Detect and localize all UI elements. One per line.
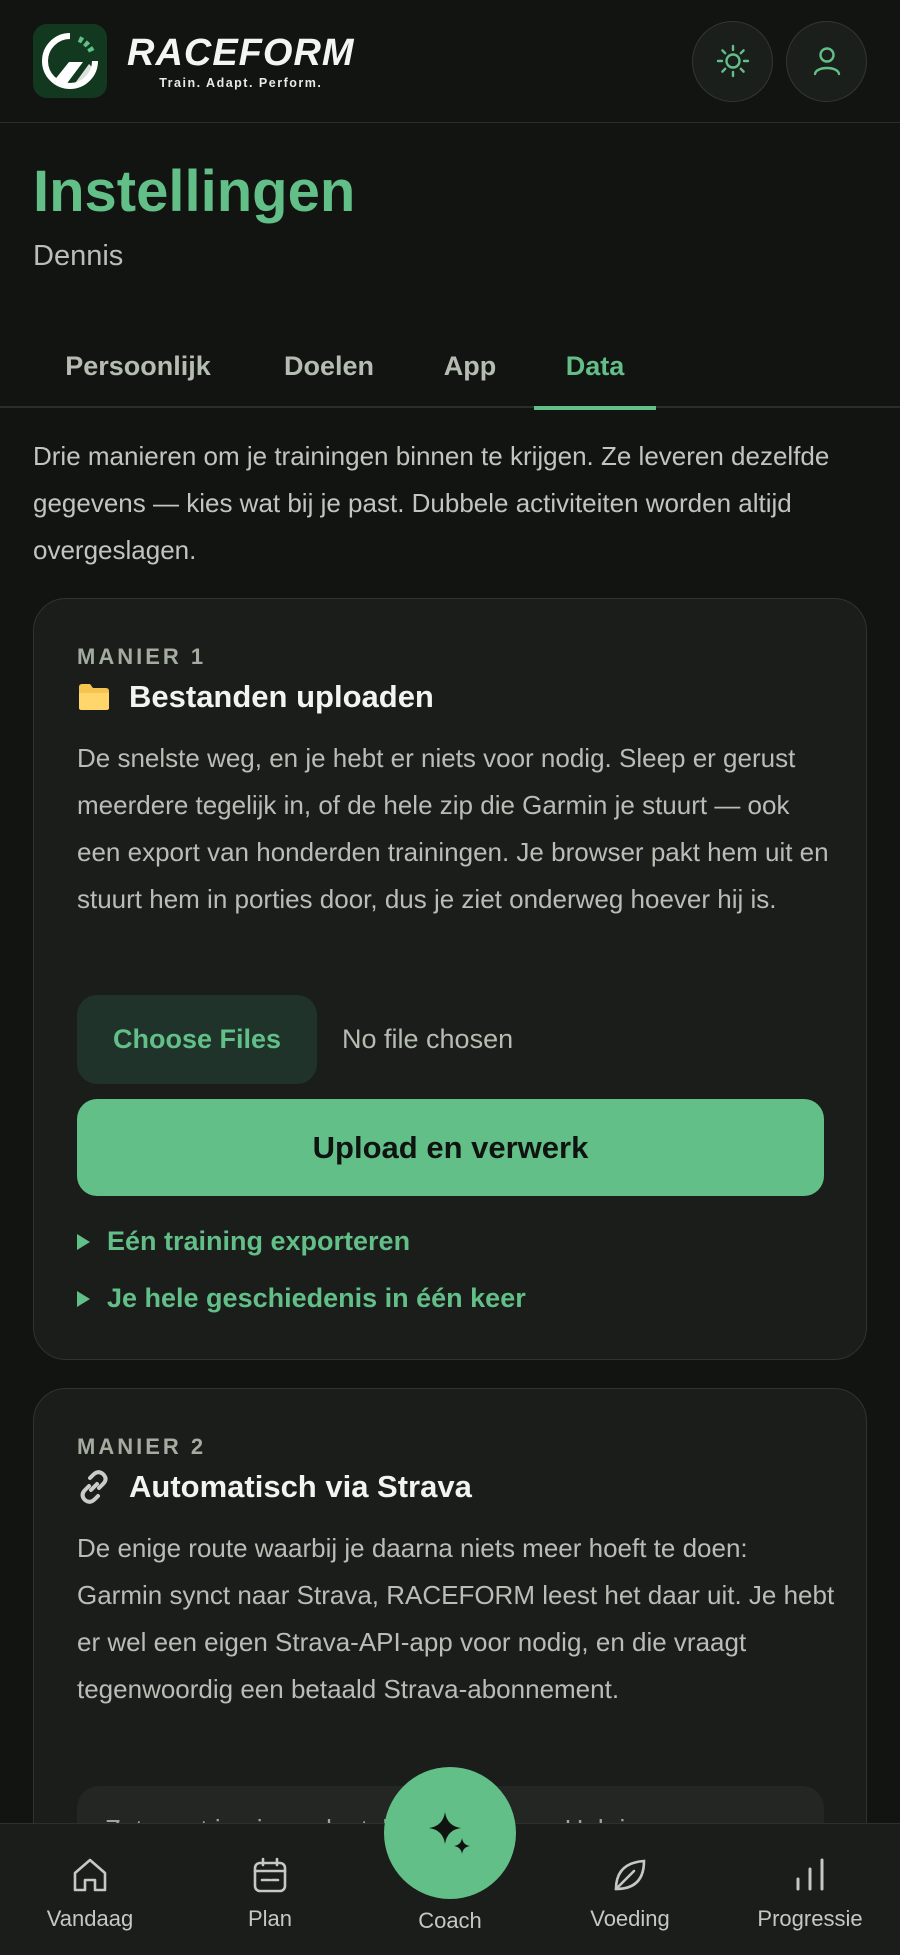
sun-icon (716, 44, 749, 78)
tab-data[interactable]: Data (534, 325, 656, 410)
tab-doelen[interactable]: Doelen (260, 325, 398, 408)
card-title-text: Bestanden uploaden (129, 679, 434, 714)
upload-button[interactable]: Upload en verwerk (77, 1099, 824, 1196)
details-export-history[interactable]: Je hele geschiedenis in één keer (77, 1283, 526, 1314)
disclosure-triangle-icon (77, 1290, 90, 1307)
folder-icon (79, 684, 109, 710)
nav-voeding[interactable]: Voeding (550, 1824, 710, 1955)
card-kicker: MANIER 1 (77, 644, 207, 669)
user-icon (813, 47, 840, 76)
nav-label: Plan (247, 1906, 293, 1931)
upload-method-card: MANIER 1 Bestanden uploaden De snelste w… (33, 598, 867, 1360)
calendar-icon (253, 1857, 287, 1893)
sparkle-icon (429, 1812, 470, 1854)
bar-chart-icon (796, 1858, 824, 1891)
file-input: Choose Files No file chosen (77, 995, 513, 1084)
brand: RACEFORM Train. Adapt. Perform. (127, 32, 355, 90)
card-kicker: MANIER 2 (77, 1434, 207, 1459)
top-bar: RACEFORM Train. Adapt. Perform. (0, 0, 900, 123)
brand-tagline: Train. Adapt. Perform. (159, 76, 323, 90)
file-status: No file chosen (342, 1024, 514, 1054)
logo-icon (33, 24, 107, 98)
nav-label: Vandaag (46, 1906, 134, 1931)
card-title-text: Automatisch via Strava (129, 1469, 472, 1504)
card-title: Automatisch via Strava (77, 1469, 472, 1505)
nav-vandaag[interactable]: Vandaag (10, 1824, 170, 1955)
home-icon (73, 1858, 107, 1892)
card-description: De snelste weg, en je hebt er niets voor… (77, 743, 829, 914)
details-label: Je hele geschiedenis in één keer (107, 1283, 526, 1313)
choose-files-button[interactable]: Choose Files (77, 995, 317, 1084)
settings-tabs: Persoonlijk Doelen App Data (0, 325, 900, 410)
tab-persoonlijk[interactable]: Persoonlijk (33, 325, 243, 408)
nav-label: Voeding (590, 1906, 670, 1931)
details-label: Eén training exporteren (107, 1226, 411, 1256)
coach-button[interactable] (384, 1767, 516, 1899)
tab-app[interactable]: App (422, 325, 518, 408)
profile-button[interactable] (786, 20, 867, 102)
nav-progressie[interactable]: Progressie (730, 1824, 890, 1955)
link-icon (80, 1470, 108, 1504)
disclosure-triangle-icon (77, 1233, 90, 1250)
details-export-one[interactable]: Eén training exporteren (77, 1226, 410, 1257)
card-title: Bestanden uploaden (77, 679, 434, 715)
nav-label-coach[interactable]: Coach (370, 1908, 530, 1934)
page-title: Instellingen (33, 159, 356, 224)
nav-plan[interactable]: Plan (190, 1824, 350, 1955)
intro-text: Drie manieren om je trainingen binnen te… (33, 441, 830, 565)
nav-label: Progressie (757, 1906, 863, 1931)
page-subtitle: Dennis (33, 240, 124, 272)
card-description: De enige route waarbij je daarna niets m… (77, 1533, 835, 1704)
brand-name: RACEFORM (127, 32, 355, 74)
leaf-icon (614, 1859, 646, 1891)
theme-toggle-button[interactable] (692, 20, 773, 102)
